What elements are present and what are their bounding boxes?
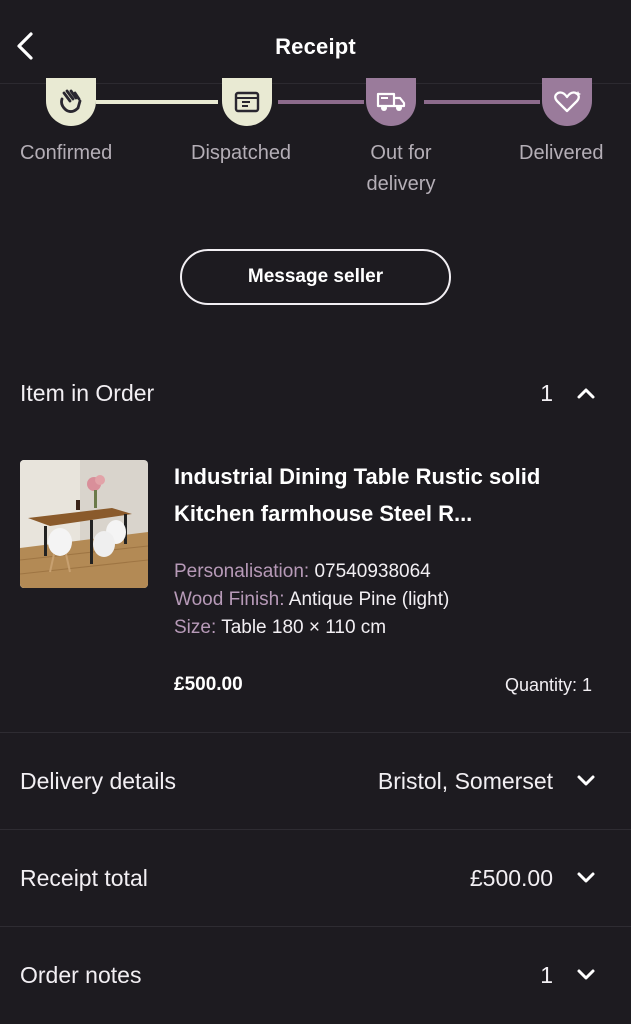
dining-table-photo <box>20 460 148 588</box>
chevron-up-icon <box>575 382 597 404</box>
item-title-link[interactable]: Industrial Dining Table Rustic solid Kit… <box>174 458 594 532</box>
message-seller-button[interactable]: Message seller <box>180 249 451 305</box>
step-out-for-delivery-label: Out for delivery <box>366 142 436 195</box>
delivery-van-icon <box>376 92 406 111</box>
items-count: 1 <box>540 379 553 406</box>
receipt-total-label: Receipt total <box>20 864 148 891</box>
attribute-key: Size: <box>174 617 217 638</box>
item-attribute-size: Size: Table 180 × 110 cm <box>174 614 386 642</box>
step-dispatched-dot <box>222 78 272 126</box>
attribute-value: Antique Pine (light) <box>288 589 450 610</box>
step-delivered-label: Delivered <box>519 142 604 164</box>
order-notes-row[interactable]: Order notes 1 <box>0 927 631 1023</box>
attribute-value: 07540938064 <box>314 561 431 582</box>
delivery-location: Bristol, Somerset <box>377 767 553 794</box>
item-attribute-wood-finish: Wood Finish: Antique Pine (light) <box>174 586 449 614</box>
order-notes-count: 1 <box>540 961 553 988</box>
heart-icon <box>554 91 581 113</box>
order-notes-label: Order notes <box>20 961 142 988</box>
item-attribute-personalisation: Personalisation: 07540938064 <box>174 558 431 586</box>
step-dispatched-label: Dispatched <box>191 142 292 164</box>
attribute-value: Table 180 × 110 cm <box>221 617 387 638</box>
items-section-header[interactable]: Item in Order 1 <box>0 372 631 414</box>
item-price: £500.00 <box>174 674 243 695</box>
attribute-key: Personalisation: <box>174 561 310 582</box>
order-progress-tracker: Confirmed Dispatched Out for delivery De… <box>0 78 631 208</box>
step-out-for-delivery-dot <box>366 78 416 126</box>
items-section-label: Item in Order <box>20 379 155 406</box>
chevron-down-icon <box>575 867 597 889</box>
step-delivered-dot <box>542 78 592 126</box>
item-thumbnail[interactable] <box>20 460 148 588</box>
item-quantity: Quantity: 1 <box>504 675 592 695</box>
step-confirmed-dot <box>46 78 96 126</box>
step-confirmed-label: Confirmed <box>20 142 113 164</box>
page-title: Receipt <box>275 34 356 59</box>
receipt-total-row[interactable]: Receipt total £500.00 <box>0 830 631 926</box>
progress-line-2 <box>278 100 364 104</box>
progress-line-3 <box>424 100 540 104</box>
delivery-details-label: Delivery details <box>20 767 176 794</box>
attribute-key: Wood Finish: <box>174 589 285 610</box>
package-box-icon <box>234 91 260 113</box>
header-bar: Receipt <box>0 0 631 84</box>
chevron-down-icon <box>575 770 597 792</box>
progress-line-1 <box>96 100 218 104</box>
delivery-details-row[interactable]: Delivery details Bristol, Somerset <box>0 733 631 829</box>
waving-hand-icon <box>60 89 82 113</box>
chevron-down-icon <box>575 964 597 986</box>
receipt-total-value: £500.00 <box>469 864 553 891</box>
